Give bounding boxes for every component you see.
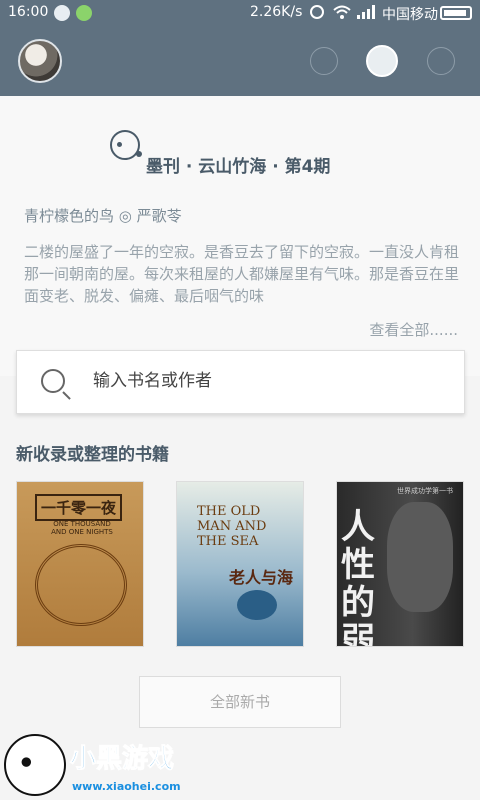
book-cover-3[interactable]: 世界成功学第一书 人性的弱点 <box>336 481 464 647</box>
status-time: 16:00 <box>8 4 49 20</box>
avatar[interactable] <box>18 39 62 83</box>
magazine-title: 墨刊 · 云山竹海 · 第4期 <box>146 157 331 177</box>
page-indicator-2[interactable] <box>366 45 398 77</box>
page-indicator-1[interactable] <box>310 47 338 75</box>
magazine-icon <box>110 130 142 160</box>
network-speed: 2.26K/s <box>250 4 303 20</box>
book-cover-subtitle: THE OLD MAN AND THE SEA <box>197 504 267 549</box>
search-input[interactable] <box>93 371 433 391</box>
panda-logo-icon <box>4 734 66 796</box>
article-excerpt: 二楼的屋盛了一年的空寂。是香豆去了留下的空寂。一直没人肯租那一间朝南的屋。每次来… <box>24 243 460 305</box>
book-cover-subtitle: ONE THOUSAND AND ONE NIGHTS <box>51 520 113 536</box>
alarm-icon <box>310 5 324 19</box>
book-cover-1[interactable]: 一千零一夜 ONE THOUSAND AND ONE NIGHTS <box>16 481 144 647</box>
site-watermark: 小黑游戏 www.xiaohei.com <box>0 732 200 800</box>
portrait-illustration <box>387 502 453 612</box>
page-indicator-3[interactable] <box>427 47 455 75</box>
watermark-logo-text: 小黑游戏 <box>69 744 175 775</box>
book-cover-title: 老人与海 <box>229 568 294 587</box>
book-cover-2[interactable]: THE OLD MAN AND THE SEA 老人与海 <box>176 481 304 647</box>
signal-icon <box>357 5 375 19</box>
section-title: 新收录或整理的书籍 <box>16 445 169 465</box>
view-all-link[interactable]: 查看全部...... <box>369 319 458 340</box>
carrier-name: 中国移动 <box>382 7 438 23</box>
app-header <box>0 26 480 96</box>
book-cover-title: 人性的弱点 <box>341 507 375 647</box>
book-cover-art <box>35 544 127 626</box>
wifi-icon <box>333 5 351 19</box>
all-new-books-button[interactable]: 全部新书 <box>139 676 341 728</box>
search-bar[interactable] <box>16 350 465 414</box>
article-byline: 青柠檬色的鸟 ◎ 严歌苓 <box>24 207 182 225</box>
message-icon <box>54 5 70 21</box>
watermark-url: www.xiaohei.com <box>72 780 181 793</box>
search-icon <box>41 369 65 393</box>
book-cover-subtitle: 世界成功学第一书 <box>397 487 453 495</box>
battery-icon <box>440 6 472 20</box>
featured-article-card[interactable]: 墨刊 · 云山竹海 · 第4期 青柠檬色的鸟 ◎ 严歌苓 二楼的屋盛了一年的空寂… <box>0 96 480 376</box>
book-cover-title: 一千零一夜 <box>35 494 123 521</box>
wechat-icon <box>76 5 92 21</box>
status-bar: 16:00 2.26K/s 中国移动 <box>0 0 480 26</box>
marlin-illustration <box>237 590 277 620</box>
